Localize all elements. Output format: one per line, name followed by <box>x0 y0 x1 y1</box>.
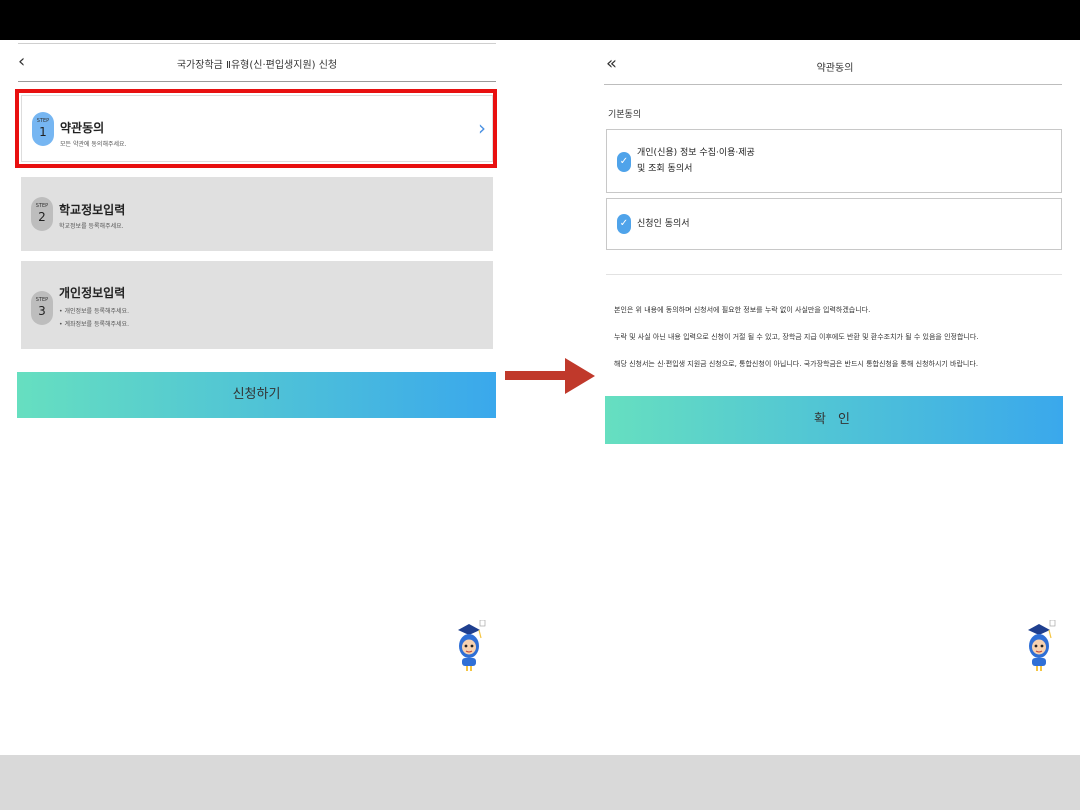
agree-credit-info[interactable]: ✓ 개인(신용) 정보 수집·이용·제공 및 조회 동의서 <box>606 129 1062 193</box>
bottom-gray-bar <box>0 755 1080 810</box>
page-title: 약관동의 <box>816 63 854 74</box>
top-black-bar <box>0 0 1080 40</box>
step-desc: 학교정보를 등록해주세요. <box>59 223 124 230</box>
agree-applicant[interactable]: ✓ 신청인 동의서 <box>606 198 1062 250</box>
mascot-icon[interactable] <box>452 620 486 672</box>
content-divider <box>606 274 1062 275</box>
page-title: 국가장학금 Ⅱ유형(신·편입생지원) 신청 <box>176 60 338 71</box>
confirm-button[interactable]: 확 인 <box>605 396 1063 444</box>
step-title: 개인정보입력 <box>59 286 126 300</box>
header-divider <box>18 81 496 82</box>
section-title: 기본동의 <box>608 110 642 120</box>
step-label: STEP <box>35 297 49 303</box>
top-divider <box>18 43 496 44</box>
terms-screen: « 약관동의 기본동의 ✓ 개인(신용) 정보 수집·이용·제공 및 조회 동의… <box>600 40 1070 755</box>
check-icon[interactable]: ✓ <box>617 214 631 234</box>
step-badge: STEP 2 <box>31 197 53 231</box>
agree-applicant-label: 신청인 동의서 <box>637 219 690 229</box>
notice-line-1: 본인은 위 내용에 동의하며 신청서에 필요한 정보를 누락 없이 사실만을 입… <box>614 306 871 314</box>
step-desc-1: • 개인정보를 등록해주세요. <box>59 308 129 315</box>
highlight-box <box>15 89 497 168</box>
header-divider <box>604 84 1062 85</box>
agree-line-2: 및 조회 동의서 <box>637 164 693 174</box>
back-chevron-icon[interactable]: ‹ <box>18 52 32 72</box>
arrow-right-icon <box>505 358 595 394</box>
apply-button[interactable]: 신청하기 <box>17 372 496 418</box>
step-3-personal-info[interactable]: STEP 3 개인정보입력 • 개인정보를 등록해주세요. • 계좌정보를 등록… <box>21 261 493 349</box>
header: ‹ 국가장학금 Ⅱ유형(신·편입생지원) 신청 <box>18 50 496 80</box>
step-desc-2: • 계좌정보를 등록해주세요. <box>59 321 129 328</box>
application-screen: ‹ 국가장학금 Ⅱ유형(신·편입생지원) 신청 STEP 1 약관동의 모든 약… <box>0 40 510 755</box>
mascot-icon[interactable] <box>1022 620 1056 672</box>
step-title: 학교정보입력 <box>59 203 126 217</box>
step-2-school-info[interactable]: STEP 2 학교정보입력 학교정보를 등록해주세요. <box>21 177 493 251</box>
step-number: 2 <box>38 210 46 224</box>
agree-credit-info-label: 개인(신용) 정보 수집·이용·제공 및 조회 동의서 <box>637 145 755 177</box>
agree-line-1: 개인(신용) 정보 수집·이용·제공 <box>637 148 755 158</box>
step-label: STEP <box>35 203 49 209</box>
step-number: 3 <box>38 304 46 318</box>
check-icon[interactable]: ✓ <box>617 152 631 172</box>
step-badge: STEP 3 <box>31 291 53 325</box>
notice-line-3: 해당 신청서는 신·편입생 지원금 신청으로, 통합신청이 아닙니다. 국가장학… <box>614 360 979 368</box>
notice-line-2: 누락 및 사실 아닌 내용 입력으로 신청이 거절 될 수 있고, 장학금 지급… <box>614 333 979 341</box>
